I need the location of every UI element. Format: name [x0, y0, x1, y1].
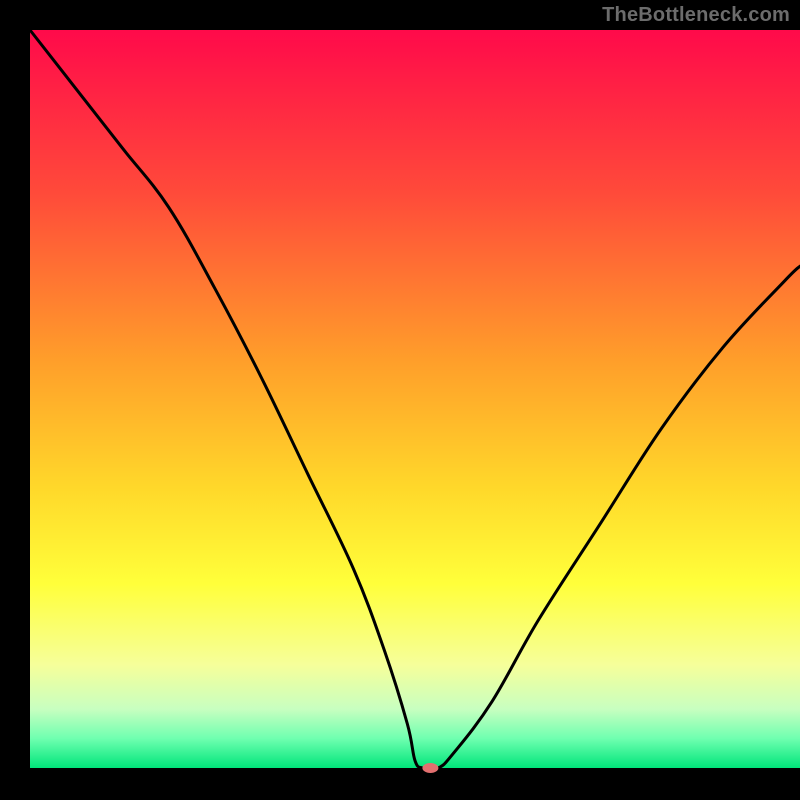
bottleneck-chart	[0, 0, 800, 800]
chart-stage: TheBottleneck.com	[0, 0, 800, 800]
min-marker	[422, 763, 438, 773]
plot-background	[30, 30, 800, 768]
watermark-text: TheBottleneck.com	[602, 4, 790, 27]
